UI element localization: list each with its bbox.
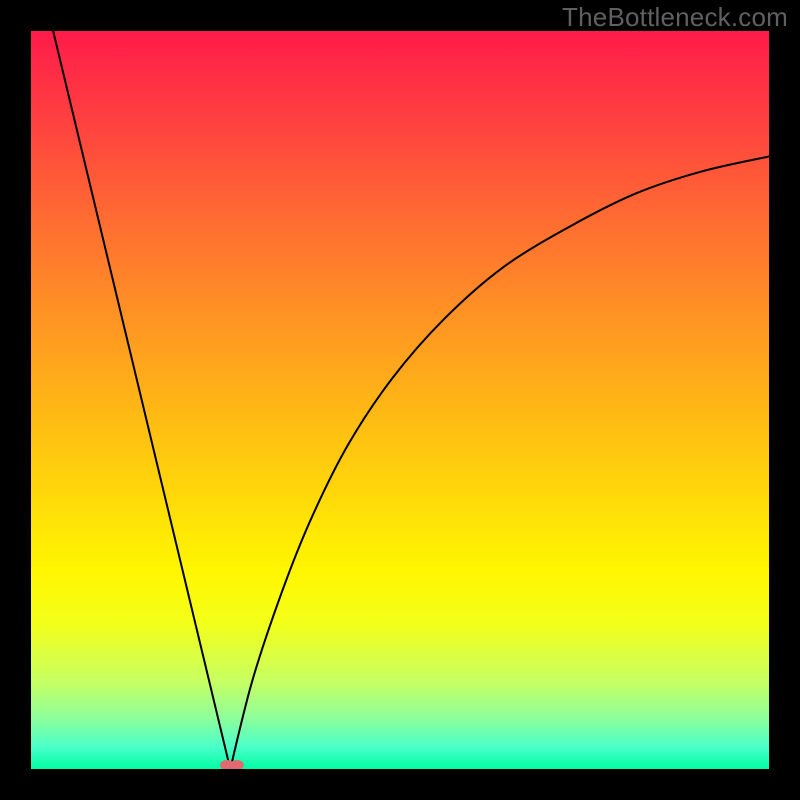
chart-container: TheBottleneck.com [0,0,800,800]
min-marker-2 [230,760,244,769]
bottleneck-curve [53,31,769,769]
curve-svg [31,31,769,769]
watermark-text: TheBottleneck.com [562,2,788,33]
plot-area [31,31,769,769]
